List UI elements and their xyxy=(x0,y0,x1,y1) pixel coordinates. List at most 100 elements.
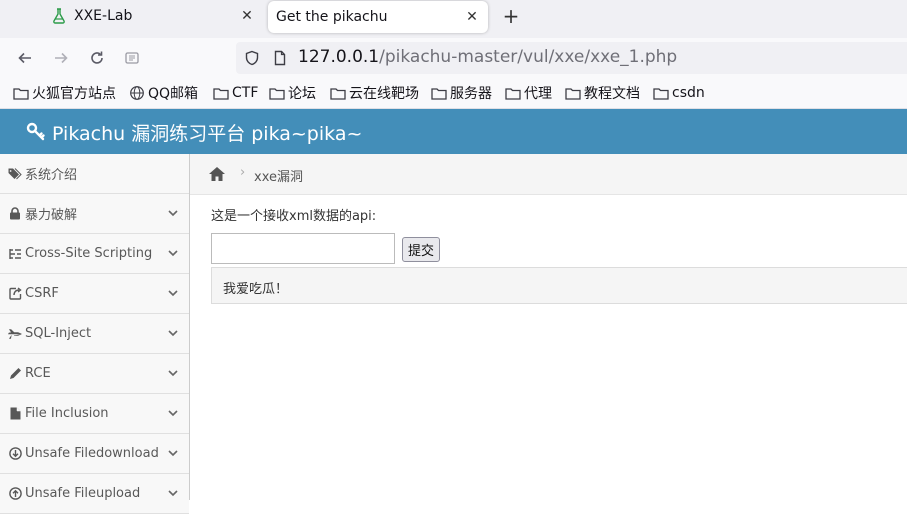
chevron-down-icon[interactable] xyxy=(167,287,179,299)
bookmark-label: 论坛 xyxy=(288,86,316,102)
tab-strip: XXE-Lab ✕ Get the pikachu ✕ + xyxy=(0,0,907,38)
new-tab-button[interactable]: + xyxy=(500,6,522,28)
key-icon xyxy=(26,121,46,141)
folder-icon xyxy=(653,86,669,100)
sidebar-item-brute-force[interactable]: 暴力破解 xyxy=(0,194,189,234)
fighter-jet-icon xyxy=(8,327,22,341)
bookmark-item[interactable]: 服务器 xyxy=(431,84,492,102)
sidebar-item-label: Unsafe Filedownload xyxy=(25,446,159,461)
chevron-down-icon[interactable] xyxy=(167,367,179,379)
chevron-down-icon[interactable] xyxy=(167,407,179,419)
sidebar-item-csrf[interactable]: CSRF xyxy=(0,274,189,314)
sidebar-item-label: 系统介绍 xyxy=(25,168,78,183)
folder-icon xyxy=(330,86,346,100)
result-box: 我爱吃瓜！ xyxy=(211,267,907,304)
shield-icon[interactable] xyxy=(244,50,260,66)
sidebar: 系统介绍 暴力破解 Cross-Site Scripting CSRF SQL-… xyxy=(0,154,190,514)
sidebar-item-intro[interactable]: 系统介绍 xyxy=(0,154,189,194)
share-icon xyxy=(8,287,22,301)
list-icon xyxy=(8,247,22,261)
lock-icon xyxy=(8,207,22,221)
chevron-down-icon[interactable] xyxy=(167,447,179,459)
sidebar-item-label: SQL-Inject xyxy=(25,326,92,341)
xml-input[interactable] xyxy=(211,233,395,264)
bookmark-label: QQ邮箱 xyxy=(148,86,199,102)
bookmark-label: CTF xyxy=(232,85,259,101)
flask-icon xyxy=(52,8,68,24)
globe-icon xyxy=(129,86,145,100)
file-icon xyxy=(8,407,22,421)
url-host: 127.0.0.1 xyxy=(298,47,380,67)
url-path: /pikachu-master/vul/xxe/xxe_1.php xyxy=(379,47,678,67)
breadcrumb-separator: › xyxy=(240,165,246,180)
back-arrow-icon xyxy=(18,52,31,64)
tab-xxe-lab[interactable]: XXE-Lab ✕ xyxy=(8,0,263,32)
bookmark-label: 云在线靶场 xyxy=(349,86,419,102)
result-text: 我爱吃瓜！ xyxy=(223,282,289,297)
reader-view-button[interactable] xyxy=(120,46,144,70)
folder-icon xyxy=(431,86,447,100)
api-description: 这是一个接收xml数据的api: xyxy=(211,209,377,224)
bookmark-label: 代理 xyxy=(524,86,552,102)
tags-icon xyxy=(8,167,22,181)
folder-icon xyxy=(269,86,285,100)
bookmark-item[interactable]: QQ邮箱 xyxy=(129,84,198,102)
reload-icon xyxy=(91,51,103,64)
sidebar-item-label: Unsafe Fileupload xyxy=(25,486,141,501)
app-header: Pikachu 漏洞练习平台 pika~pika~ xyxy=(0,109,907,154)
tab-get-the-pikachu[interactable]: Get the pikachu ✕ xyxy=(268,1,488,33)
navigation-toolbar: 127.0.0.1/pikachu-master/vul/xxe/xxe_1.p… xyxy=(0,38,907,78)
pencil-icon xyxy=(8,367,22,381)
url-text: 127.0.0.1/pikachu-master/vul/xxe/xxe_1.p… xyxy=(298,47,677,67)
sidebar-item-label: 暴力破解 xyxy=(25,208,78,223)
bookmarks-toolbar: 火狐官方站点 QQ邮箱 CTF 论坛 云在线靶场 服务器 代理 教程文档 csd… xyxy=(0,78,907,109)
submit-button[interactable]: 提交 xyxy=(402,237,440,262)
chevron-down-icon[interactable] xyxy=(167,207,179,219)
bookmark-item[interactable]: 论坛 xyxy=(269,84,316,102)
sidebar-item-label: Cross-Site Scripting xyxy=(25,246,153,261)
home-icon[interactable] xyxy=(208,166,226,182)
sidebar-item-file-inclusion[interactable]: File Inclusion xyxy=(0,394,189,434)
sidebar-item-rce[interactable]: RCE xyxy=(0,354,189,394)
sidebar-item-unsafe-fileupload[interactable]: Unsafe Fileupload xyxy=(0,474,189,514)
breadcrumb: › xxe漏洞 xyxy=(190,154,907,195)
folder-icon xyxy=(13,86,29,100)
download-icon xyxy=(8,447,22,461)
brand-title[interactable]: Pikachu 漏洞练习平台 pika~pika~ xyxy=(52,119,362,146)
forward-button[interactable] xyxy=(49,46,73,70)
back-button[interactable] xyxy=(13,46,37,70)
sidebar-item-label: CSRF xyxy=(25,286,59,301)
upload-icon xyxy=(8,487,22,501)
tab-title: XXE-Lab xyxy=(74,8,133,24)
bookmark-item[interactable]: csdn xyxy=(653,84,705,102)
sidebar-item-sql-inject[interactable]: SQL-Inject xyxy=(0,314,189,354)
address-bar[interactable]: 127.0.0.1/pikachu-master/vul/xxe/xxe_1.p… xyxy=(236,42,907,74)
folder-icon xyxy=(565,86,581,100)
reader-icon xyxy=(125,52,139,64)
breadcrumb-current: xxe漏洞 xyxy=(254,170,303,185)
bookmark-item[interactable]: 云在线靶场 xyxy=(330,84,419,102)
tab-title: Get the pikachu xyxy=(276,9,388,25)
sidebar-item-label: File Inclusion xyxy=(25,406,109,421)
forward-arrow-icon xyxy=(55,52,68,64)
chevron-down-icon[interactable] xyxy=(167,247,179,259)
bookmark-label: 火狐官方站点 xyxy=(32,86,116,102)
folder-icon xyxy=(213,86,229,100)
sidebar-item-xss[interactable]: Cross-Site Scripting xyxy=(0,234,189,274)
bookmark-item[interactable]: CTF xyxy=(213,84,258,102)
bookmark-label: 教程文档 xyxy=(584,86,640,102)
page-info-icon[interactable] xyxy=(272,50,288,66)
sidebar-item-unsafe-filedownload[interactable]: Unsafe Filedownload xyxy=(0,434,189,474)
bookmark-item[interactable]: 火狐官方站点 xyxy=(13,84,116,102)
bookmark-label: 服务器 xyxy=(450,86,492,102)
chevron-down-icon[interactable] xyxy=(167,327,179,339)
sidebar-item-label: RCE xyxy=(25,366,51,381)
reload-button[interactable] xyxy=(85,46,109,70)
close-tab-icon[interactable]: ✕ xyxy=(239,8,255,24)
folder-icon xyxy=(505,86,521,100)
bookmark-label: csdn xyxy=(672,85,705,101)
bookmark-item[interactable]: 教程文档 xyxy=(565,84,640,102)
chevron-down-icon[interactable] xyxy=(167,487,179,499)
bookmark-item[interactable]: 代理 xyxy=(505,84,552,102)
close-tab-icon[interactable]: ✕ xyxy=(464,9,480,25)
